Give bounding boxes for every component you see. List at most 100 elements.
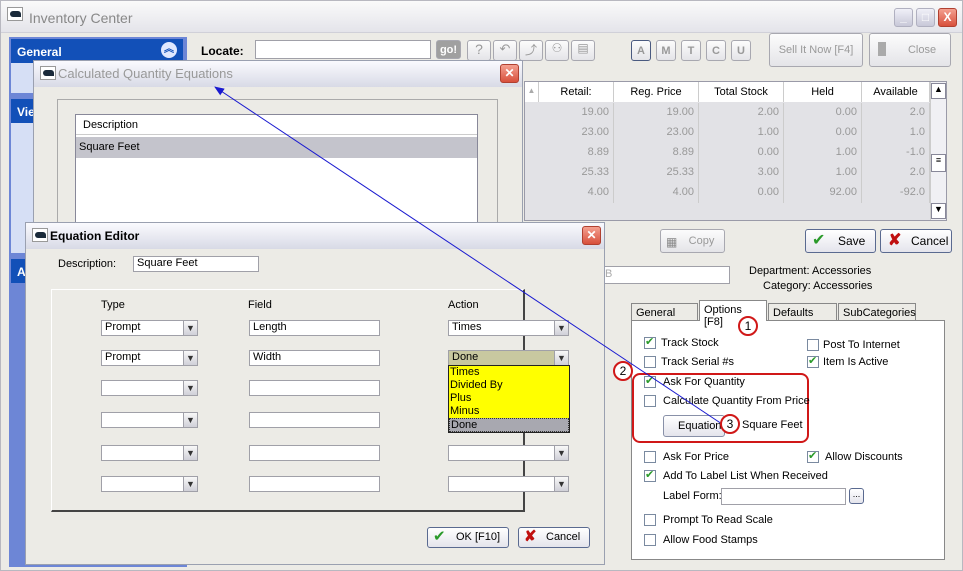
equation-button[interactable]: Equation xyxy=(663,415,725,437)
grid-cell[interactable]: 0.00 xyxy=(699,183,784,203)
chevron-down-icon[interactable]: ▼ xyxy=(183,446,197,460)
minimize-button[interactable]: _ xyxy=(894,8,913,27)
grid-cell[interactable]: 8.89 xyxy=(614,143,699,163)
field-input[interactable] xyxy=(249,412,380,428)
grid-cell[interactable]: 4.00 xyxy=(539,183,614,203)
grid-cell[interactable]: 4.00 xyxy=(614,183,699,203)
chevron-down-icon[interactable]: ▼ xyxy=(554,321,568,335)
label-form-input[interactable] xyxy=(721,488,846,505)
dropdown-option-done[interactable]: Done xyxy=(449,418,569,432)
grid-cell[interactable]: 19.00 xyxy=(539,103,614,123)
calc-qty-from-price-checkbox[interactable] xyxy=(644,395,656,407)
dropdown-option-minus[interactable]: Minus xyxy=(449,405,569,418)
type-combo[interactable]: Prompt ▼ xyxy=(101,350,198,366)
tab-options[interactable]: Options [F8] xyxy=(699,300,767,328)
chevron-down-icon[interactable]: ▼ xyxy=(183,321,197,335)
collapse-chevrons-icon[interactable]: ︽ xyxy=(161,42,177,58)
post-to-internet-checkbox[interactable] xyxy=(807,339,819,351)
column-header-held[interactable]: Held xyxy=(784,82,862,102)
list-item[interactable]: Square Feet xyxy=(76,137,477,158)
list-header-description[interactable]: Description xyxy=(76,115,477,135)
grid-cell[interactable]: 23.00 xyxy=(614,123,699,143)
grid-cell[interactable]: 1.00 xyxy=(784,143,862,163)
action-combo[interactable]: ▼ xyxy=(448,445,569,461)
track-stock-checkbox[interactable] xyxy=(644,335,656,349)
grid-cell[interactable]: -92.0 xyxy=(862,183,930,203)
close-window-button[interactable]: X xyxy=(938,8,957,27)
chevron-down-icon[interactable]: ▼ xyxy=(183,351,197,365)
item-is-active-checkbox[interactable] xyxy=(807,354,819,368)
grid-cell[interactable]: 25.33 xyxy=(539,163,614,183)
type-combo[interactable]: ▼ xyxy=(101,412,198,428)
go-button[interactable]: go! xyxy=(436,40,461,59)
vertical-scrollbar[interactable]: ▲ ≡ ▼ xyxy=(930,82,946,220)
type-combo[interactable]: Prompt ▼ xyxy=(101,320,198,336)
grid-cell[interactable]: 0.00 xyxy=(784,103,862,123)
track-serial-checkbox[interactable] xyxy=(644,356,656,368)
column-header-total-stock[interactable]: Total Stock xyxy=(699,82,784,102)
field-input[interactable] xyxy=(249,380,380,396)
prompt-read-scale-checkbox[interactable] xyxy=(644,514,656,526)
report-icon[interactable]: ▤ xyxy=(571,40,595,61)
action-combo[interactable]: Done ▼ xyxy=(448,350,569,366)
grid-cell[interactable]: 19.00 xyxy=(614,103,699,123)
refresh-icon[interactable]: ↶ xyxy=(493,40,517,61)
grid-cell[interactable]: 2.0 xyxy=(862,163,930,183)
grid-cell[interactable]: 23.00 xyxy=(539,123,614,143)
grid-cell[interactable]: 1.00 xyxy=(699,123,784,143)
grid-cell[interactable]: 3.00 xyxy=(699,163,784,183)
chevron-down-icon[interactable]: ▼ xyxy=(554,477,568,491)
type-combo[interactable]: ▼ xyxy=(101,445,198,461)
save-button[interactable]: ✔ Save xyxy=(805,229,876,253)
chevron-down-icon[interactable]: ▼ xyxy=(554,446,568,460)
partial-field[interactable]: B xyxy=(601,266,730,284)
dropdown-option-divided-by[interactable]: Divided By xyxy=(449,379,569,392)
grid-cell[interactable]: 1.0 xyxy=(862,123,930,143)
add-to-label-list-checkbox[interactable] xyxy=(644,468,656,482)
chevron-down-icon[interactable]: ▼ xyxy=(183,413,197,427)
field-input[interactable]: Length xyxy=(249,320,380,336)
grid-cell[interactable]: 2.00 xyxy=(699,103,784,123)
help-icon[interactable]: ? xyxy=(467,40,491,61)
allow-food-stamps-checkbox[interactable] xyxy=(644,534,656,546)
allow-discounts-checkbox[interactable] xyxy=(807,449,819,463)
type-combo[interactable]: ▼ xyxy=(101,476,198,492)
scroll-up-icon[interactable]: ▲ xyxy=(931,83,946,99)
action-combo[interactable]: ▼ xyxy=(448,476,569,492)
close-button[interactable]: Close xyxy=(869,33,951,67)
ask-for-quantity-checkbox[interactable] xyxy=(644,374,656,388)
maximize-button[interactable]: □ xyxy=(916,8,935,27)
grid-cell[interactable]: 8.89 xyxy=(539,143,614,163)
field-input[interactable] xyxy=(249,476,380,492)
action-combo[interactable]: Times ▼ xyxy=(448,320,569,336)
filter-t-button[interactable]: T xyxy=(681,40,701,61)
grid-cell[interactable]: 0.00 xyxy=(784,123,862,143)
calc-dialog-close-button[interactable]: ✕ xyxy=(500,64,519,83)
dropdown-option-plus[interactable]: Plus xyxy=(449,392,569,405)
column-header-reg-price[interactable]: Reg. Price xyxy=(614,82,699,102)
filter-c-button[interactable]: C xyxy=(706,40,726,61)
label-form-browse-button[interactable]: ... xyxy=(849,488,864,504)
grid-cell[interactable]: 1.00 xyxy=(784,163,862,183)
dropdown-option-times[interactable]: Times xyxy=(449,366,569,379)
field-input[interactable] xyxy=(249,445,380,461)
column-header-available[interactable]: Available xyxy=(862,82,930,102)
copy-button[interactable]: ▦ Copy xyxy=(660,229,725,253)
grid-cell[interactable]: 0.00 xyxy=(699,143,784,163)
grid-cell[interactable]: 25.33 xyxy=(614,163,699,183)
filter-u-button[interactable]: U xyxy=(731,40,751,61)
field-input[interactable]: Width xyxy=(249,350,380,366)
column-header-retail[interactable]: Retail: xyxy=(539,82,614,102)
filter-a-button[interactable]: A xyxy=(631,40,651,61)
scroll-thumb[interactable]: ≡ xyxy=(931,154,946,172)
sell-it-now-button[interactable]: Sell It Now [F4] xyxy=(769,33,863,67)
description-input[interactable]: Square Feet xyxy=(133,256,259,272)
grid-cell[interactable]: 92.00 xyxy=(784,183,862,203)
grid-cell[interactable]: 2.0 xyxy=(862,103,930,123)
editor-cancel-button[interactable]: ✘ Cancel xyxy=(518,527,590,548)
cancel-button[interactable]: ✘ Cancel xyxy=(880,229,952,253)
binoculars-icon[interactable]: ⚇ xyxy=(545,40,569,61)
ask-for-price-checkbox[interactable] xyxy=(644,451,656,463)
scroll-down-icon[interactable]: ▼ xyxy=(931,203,946,219)
filter-m-button[interactable]: M xyxy=(656,40,676,61)
